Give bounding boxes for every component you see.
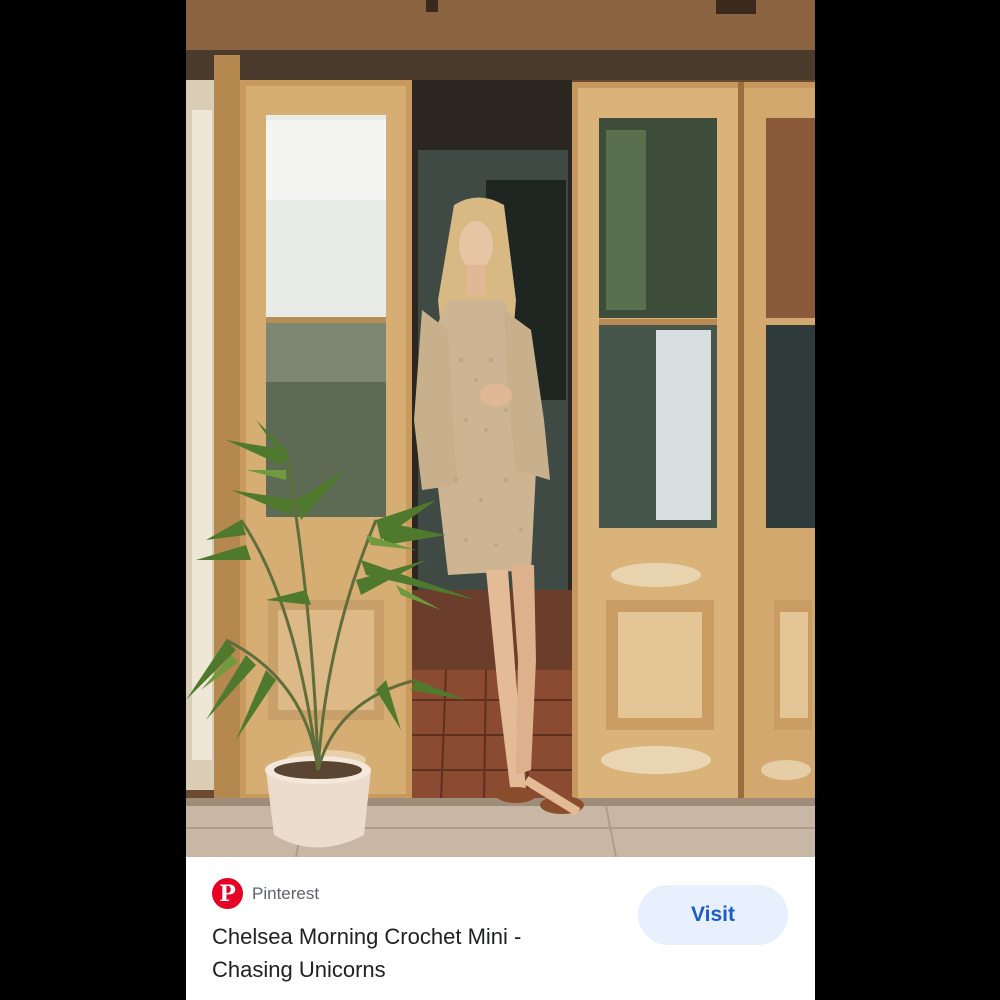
source-name: Pinterest — [252, 883, 320, 903]
image-result-card: P Pinterest Chelsea Morning Crochet Mini… — [186, 0, 815, 1000]
pinterest-logo-icon: P — [212, 878, 243, 909]
source-row[interactable]: P Pinterest — [212, 878, 319, 909]
result-title[interactable]: Chelsea Morning Crochet Mini - Chasing U… — [212, 920, 592, 986]
visit-button[interactable]: Visit — [638, 885, 788, 945]
result-caption: P Pinterest Chelsea Morning Crochet Mini… — [186, 857, 815, 1000]
result-image[interactable] — [186, 0, 815, 857]
